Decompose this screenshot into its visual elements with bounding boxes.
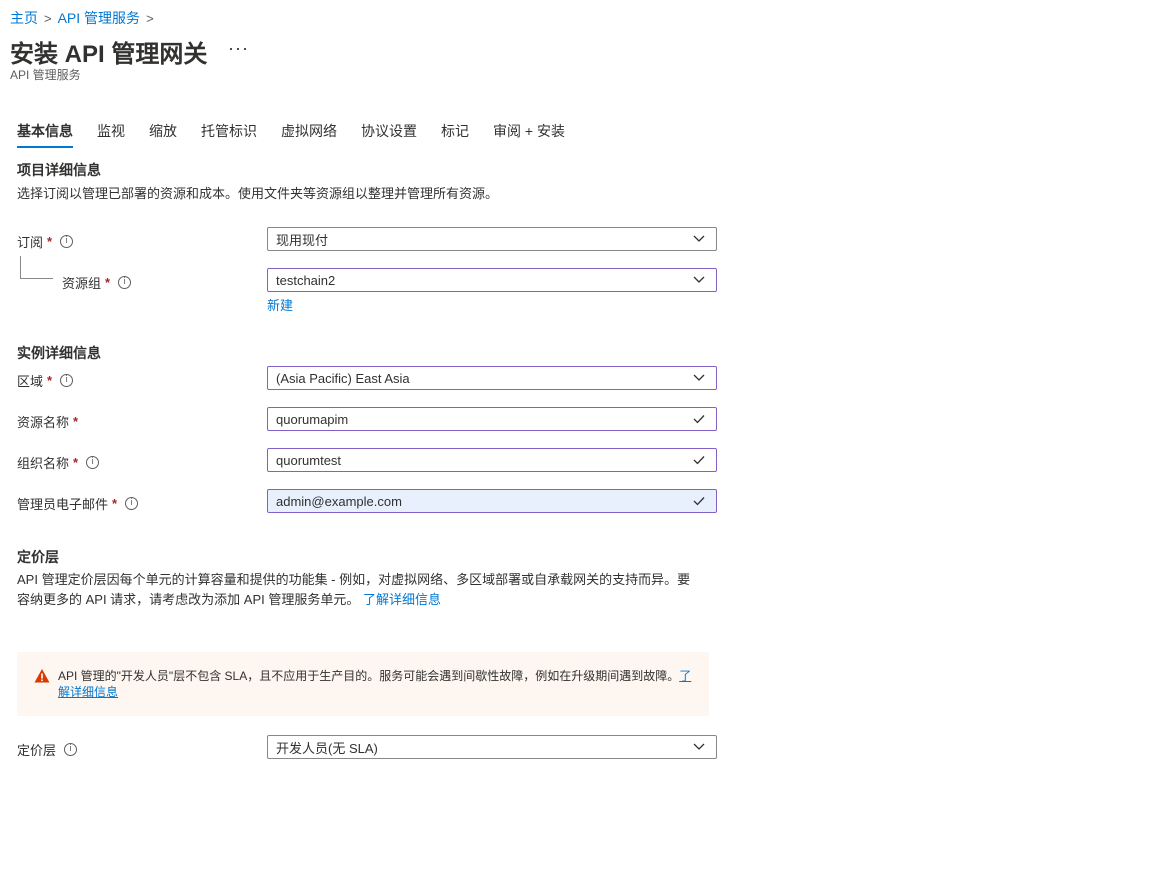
organization-name-label-text: 组织名称 bbox=[17, 456, 70, 471]
checkmark-icon bbox=[688, 490, 710, 512]
project-details-title: 项目详细信息 bbox=[17, 162, 101, 178]
breadcrumb-home-link[interactable]: 主页 bbox=[10, 8, 38, 28]
breadcrumb: 主页 > API 管理服务 > bbox=[10, 8, 154, 28]
info-icon[interactable]: i bbox=[118, 276, 132, 289]
chevron-down-icon bbox=[688, 736, 710, 758]
tab-tags[interactable]: 标记 bbox=[441, 118, 469, 148]
subscription-dropdown[interactable]: 现用现付 bbox=[267, 227, 717, 251]
page-title: 安装 API 管理网关 bbox=[10, 41, 208, 68]
resource-group-label: 资源组 * i bbox=[62, 273, 132, 292]
organization-name-value: quorumtest bbox=[276, 452, 342, 468]
resource-group-label-text: 资源组 bbox=[62, 276, 102, 291]
tab-scale[interactable]: 缩放 bbox=[149, 118, 177, 148]
region-label: 区域 * i bbox=[17, 371, 74, 390]
tab-basics[interactable]: 基本信息 bbox=[17, 118, 73, 148]
pricing-tier-value: 开发人员(无 SLA) bbox=[276, 740, 378, 756]
resource-name-value: quorumapim bbox=[276, 411, 349, 427]
page-subtitle: API 管理服务 bbox=[10, 68, 81, 82]
info-icon[interactable]: i bbox=[60, 235, 74, 248]
required-marker: * bbox=[47, 373, 53, 388]
required-marker: * bbox=[105, 275, 111, 290]
pricing-desc-line2: 容纳更多的 API 请求，请考虑改为添加 API 管理服务单元。 bbox=[17, 592, 360, 607]
breadcrumb-service-link[interactable]: API 管理服务 bbox=[58, 8, 140, 28]
subscription-label: 订阅 * i bbox=[17, 232, 74, 251]
required-marker: * bbox=[73, 414, 79, 429]
warning-icon bbox=[34, 668, 50, 684]
checkmark-icon bbox=[688, 408, 710, 430]
pricing-desc-line2-row: 容纳更多的 API 请求，请考虑改为添加 API 管理服务单元。 了解详细信息 bbox=[17, 590, 707, 610]
pricing-tier-title: 定价层 bbox=[17, 549, 59, 565]
sla-warning-banner: API 管理的"开发人员"层不包含 SLA，且不应用于生产目的。服务可能会遇到间… bbox=[17, 652, 709, 716]
pricing-tier-description: API 管理定价层因每个单元的计算容量和提供的功能集 - 例如，对虚拟网络、多区… bbox=[17, 570, 707, 610]
resource-group-dropdown[interactable]: testchain2 bbox=[267, 268, 717, 292]
pricing-tier-label-text: 定价层 bbox=[17, 743, 57, 758]
more-options-button[interactable]: ··· bbox=[228, 38, 249, 59]
subscription-value: 现用现付 bbox=[276, 232, 329, 248]
resource-name-label: 资源名称 * bbox=[17, 412, 78, 431]
region-dropdown[interactable]: (Asia Pacific) East Asia bbox=[267, 366, 717, 390]
admin-email-label: 管理员电子邮件 * i bbox=[17, 494, 139, 513]
required-marker: * bbox=[47, 234, 53, 249]
resource-name-label-text: 资源名称 bbox=[17, 415, 70, 430]
resource-name-input[interactable]: quorumapim bbox=[267, 407, 717, 431]
tab-virtual-network[interactable]: 虚拟网络 bbox=[281, 118, 337, 148]
info-icon[interactable]: i bbox=[86, 456, 100, 469]
tab-review-install[interactable]: 审阅 + 安装 bbox=[493, 118, 565, 148]
info-icon[interactable]: i bbox=[60, 374, 74, 387]
required-marker: * bbox=[73, 455, 79, 470]
region-value: (Asia Pacific) East Asia bbox=[276, 370, 410, 386]
chevron-down-icon bbox=[688, 367, 710, 389]
tab-bar: 基本信息 监视 缩放 托管标识 虚拟网络 协议设置 标记 审阅 + 安装 bbox=[17, 118, 589, 148]
pricing-desc-line1: API 管理定价层因每个单元的计算容量和提供的功能集 - 例如，对虚拟网络、多区… bbox=[17, 572, 691, 587]
resource-group-value: testchain2 bbox=[276, 272, 336, 288]
required-marker: * bbox=[112, 496, 118, 511]
tab-managed-identity[interactable]: 托管标识 bbox=[201, 118, 257, 148]
project-details-description: 选择订阅以管理已部署的资源和成本。使用文件夹等资源组以整理并管理所有资源。 bbox=[17, 186, 499, 201]
admin-email-value: admin@example.com bbox=[276, 493, 402, 509]
warning-text: API 管理的"开发人员"层不包含 SLA，且不应用于生产目的。服务可能会遇到间… bbox=[58, 668, 698, 700]
pricing-tier-dropdown[interactable]: 开发人员(无 SLA) bbox=[267, 735, 717, 759]
info-icon[interactable]: i bbox=[64, 743, 78, 756]
chevron-down-icon bbox=[688, 269, 710, 291]
region-label-text: 区域 bbox=[17, 374, 44, 389]
subscription-label-text: 订阅 bbox=[17, 235, 44, 250]
warning-message: API 管理的"开发人员"层不包含 SLA，且不应用于生产目的。服务可能会遇到间… bbox=[58, 669, 680, 683]
create-new-resource-group-link[interactable]: 新建 bbox=[267, 295, 293, 314]
breadcrumb-separator: > bbox=[44, 10, 52, 26]
checkmark-icon bbox=[688, 449, 710, 471]
organization-name-input[interactable]: quorumtest bbox=[267, 448, 717, 472]
pricing-tier-label: 定价层 i bbox=[17, 740, 78, 759]
breadcrumb-separator: > bbox=[146, 10, 154, 26]
info-icon[interactable]: i bbox=[125, 497, 139, 510]
tab-monitoring[interactable]: 监视 bbox=[97, 118, 125, 148]
learn-more-link[interactable]: 了解详细信息 bbox=[363, 592, 441, 607]
organization-name-label: 组织名称 * i bbox=[17, 453, 100, 472]
instance-details-title: 实例详细信息 bbox=[17, 345, 101, 361]
tab-protocol-settings[interactable]: 协议设置 bbox=[361, 118, 417, 148]
tree-connector bbox=[20, 256, 53, 279]
admin-email-label-text: 管理员电子邮件 bbox=[17, 497, 109, 512]
admin-email-input[interactable]: admin@example.com bbox=[267, 489, 717, 513]
chevron-down-icon bbox=[688, 228, 710, 250]
